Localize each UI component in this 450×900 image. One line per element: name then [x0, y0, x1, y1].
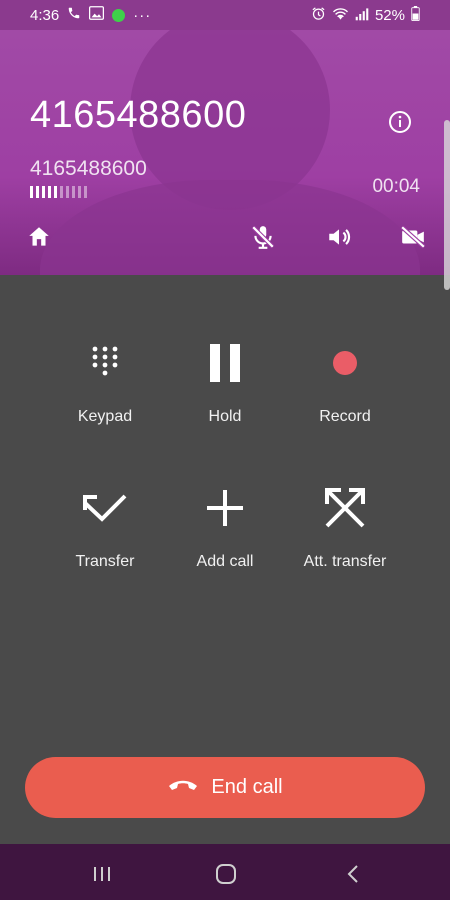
call-duration: 00:04 — [372, 176, 420, 197]
cell-signal-icon — [355, 7, 369, 25]
scroll-handle[interactable] — [444, 120, 450, 290]
recent-apps-icon[interactable] — [90, 862, 114, 886]
attended-transfer-button[interactable]: Att. transfer — [280, 483, 410, 571]
recording-indicator-icon — [112, 8, 126, 22]
home-nav-icon[interactable] — [214, 862, 238, 886]
navigation-bar — [0, 844, 450, 900]
call-controls-row — [0, 224, 450, 252]
plus-icon — [200, 483, 250, 533]
keypad-button[interactable]: Keypad — [40, 338, 170, 426]
status-time: 4:36 — [30, 6, 60, 24]
more-notifications-icon: ··· — [133, 6, 152, 24]
speaker-icon[interactable] — [326, 224, 352, 250]
caller-number: 4165488600 — [30, 94, 247, 136]
phone-icon — [67, 6, 81, 24]
add-call-label: Add call — [196, 553, 254, 570]
mute-microphone-icon[interactable] — [250, 224, 276, 250]
wifi-icon — [332, 7, 349, 25]
alarm-icon — [311, 6, 326, 25]
call-quality-indicator — [30, 186, 87, 198]
battery-level: 52% — [374, 7, 405, 24]
record-label: Record — [319, 408, 371, 425]
call-actions-grid: Keypad Hold Record Transfer Add call Att… — [0, 275, 450, 755]
keypad-icon — [80, 338, 130, 388]
transfer-icon — [80, 483, 130, 533]
attended-transfer-label: Att. transfer — [303, 553, 387, 570]
transfer-label: Transfer — [75, 553, 135, 570]
info-icon[interactable] — [388, 110, 412, 134]
home-icon[interactable] — [26, 224, 52, 250]
hang-up-icon — [167, 776, 199, 799]
attended-transfer-icon — [320, 483, 370, 533]
end-call-button[interactable]: End call — [25, 757, 425, 818]
end-call-label: End call — [211, 776, 283, 798]
video-off-icon[interactable] — [400, 224, 426, 250]
caller-number-secondary: 4165488600 — [30, 157, 147, 180]
battery-icon — [411, 6, 420, 25]
add-call-button[interactable]: Add call — [160, 483, 290, 571]
record-button[interactable]: Record — [280, 338, 410, 426]
hold-label: Hold — [208, 408, 242, 425]
record-icon — [320, 338, 370, 388]
keypad-label: Keypad — [77, 408, 133, 425]
gallery-icon — [89, 6, 105, 24]
status-left: 4:36 ··· — [30, 6, 151, 24]
back-icon[interactable] — [342, 862, 366, 886]
pause-icon — [200, 338, 250, 388]
transfer-button[interactable]: Transfer — [40, 483, 170, 571]
hold-button[interactable]: Hold — [160, 338, 290, 426]
call-header: 4165488600 4165488600 00:04 — [0, 30, 450, 275]
status-right: 52% — [311, 6, 420, 25]
status-bar: 4:36 ··· 52% — [0, 0, 450, 30]
